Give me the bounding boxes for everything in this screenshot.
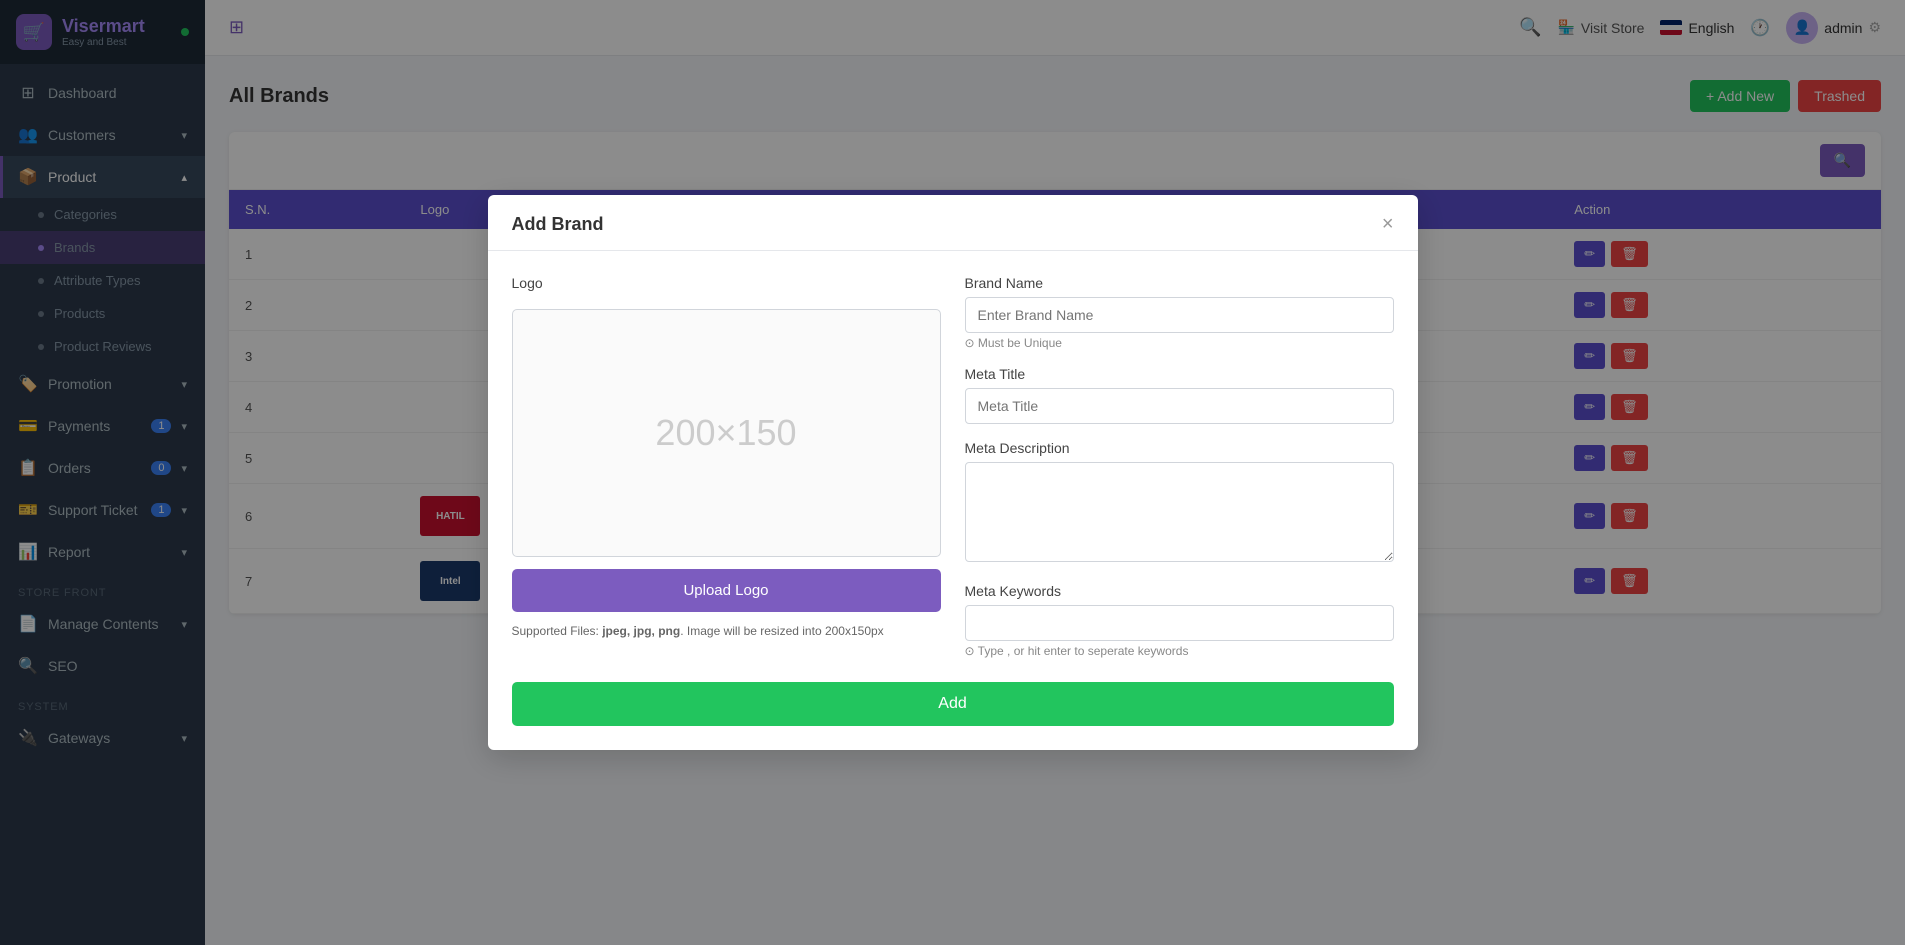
fields-section: Brand Name Must be Unique Meta Title Met… xyxy=(965,275,1394,658)
meta-keywords-hint: Type , or hit enter to seperate keywords xyxy=(965,644,1394,658)
meta-title-label: Meta Title xyxy=(965,366,1394,382)
upload-hint-suffix: . Image will be resized into 200x150px xyxy=(680,624,883,638)
brand-name-input[interactable] xyxy=(965,297,1394,333)
add-submit-button[interactable]: Add xyxy=(512,682,1394,726)
meta-description-field-group: Meta Description xyxy=(965,440,1394,567)
brand-name-label: Brand Name xyxy=(965,275,1394,291)
upload-hint: Supported Files: jpeg, jpg, png. Image w… xyxy=(512,624,941,638)
modal-body: Logo 200×150 Upload Logo Supported Files… xyxy=(488,251,1418,682)
logo-preview-area: 200×150 xyxy=(512,309,941,557)
brand-name-field-group: Brand Name Must be Unique xyxy=(965,275,1394,350)
meta-description-input[interactable] xyxy=(965,462,1394,562)
add-brand-modal: Add Brand × Logo 200×150 Upload Logo Sup… xyxy=(488,195,1418,750)
modal-header: Add Brand × xyxy=(488,195,1418,251)
meta-keywords-label: Meta Keywords xyxy=(965,583,1394,599)
logo-section: Logo 200×150 Upload Logo Supported Files… xyxy=(512,275,941,658)
meta-title-input[interactable] xyxy=(965,388,1394,424)
meta-keywords-input[interactable] xyxy=(965,605,1394,641)
modal-overlay[interactable]: Add Brand × Logo 200×150 Upload Logo Sup… xyxy=(0,0,1905,945)
logo-label: Logo xyxy=(512,275,941,291)
brand-name-hint: Must be Unique xyxy=(965,336,1394,350)
modal-form-grid: Logo 200×150 Upload Logo Supported Files… xyxy=(512,275,1394,658)
modal-close-button[interactable]: × xyxy=(1382,213,1394,236)
upload-hint-formats: jpeg, jpg, png xyxy=(602,624,680,638)
meta-description-label: Meta Description xyxy=(965,440,1394,456)
modal-footer: Add xyxy=(488,682,1418,750)
upload-logo-button[interactable]: Upload Logo xyxy=(512,569,941,612)
meta-title-field-group: Meta Title xyxy=(965,366,1394,424)
meta-keywords-field-group: Meta Keywords Type , or hit enter to sep… xyxy=(965,583,1394,658)
upload-hint-prefix: Supported Files: xyxy=(512,624,603,638)
modal-title: Add Brand xyxy=(512,214,604,235)
logo-placeholder-text: 200×150 xyxy=(655,412,796,454)
